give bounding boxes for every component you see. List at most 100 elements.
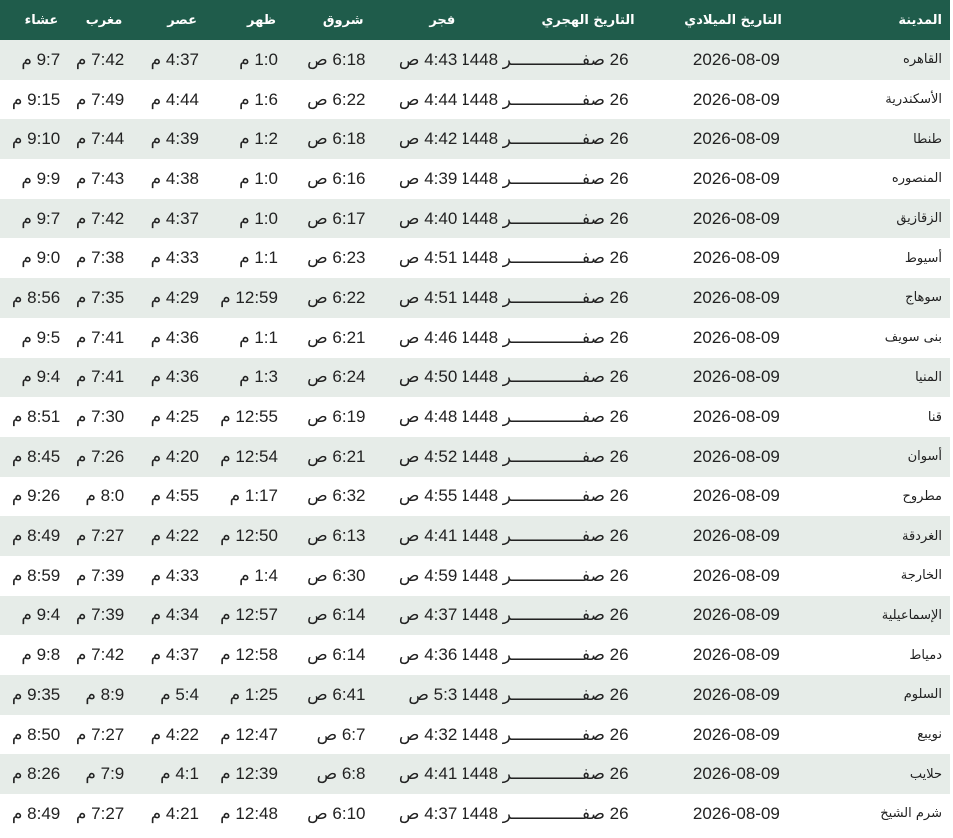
hijri-date-cell: 26 صفــــــــــــــر 1448 (463, 367, 629, 387)
asr-time-cell: 4:25 م (150, 407, 199, 427)
gregorian-date-cell: 2026-08-09 (692, 168, 780, 188)
gregorian-date-cell: 2026-08-09 (692, 764, 780, 784)
city-cell: سوهاج (905, 290, 942, 306)
hijri-date-cell: 26 صفــــــــــــــر 1448 (463, 486, 629, 506)
isha-time-cell: 8:26 م (11, 764, 61, 784)
asr-time-cell: 4:1 م (160, 764, 199, 784)
city-cell: شرم الشيخ (880, 806, 942, 822)
prayer-times-container: المدينة التاريخ الميلادي التاريخ الهجري … (0, 0, 953, 838)
isha-time-cell: 9:4 م (21, 367, 61, 387)
hijri-date-cell: 26 صفــــــــــــــر 1448 (463, 49, 629, 69)
table-row: حلايب 2026-08-09 26 صفــــــــــــــر 1448… (0, 754, 950, 795)
asr-time-cell: 4:37 م (150, 645, 199, 665)
asr-time-cell: 4:38 م (150, 168, 199, 188)
shuruq-time-cell: 6:22 ص (307, 89, 366, 109)
maghrib-time-cell: 7:44 م (75, 129, 125, 149)
shuruq-time-cell: 6:14 ص (307, 645, 366, 665)
city-cell: طنطا (913, 131, 942, 147)
dhuhr-time-cell: 1:1 م (239, 248, 278, 268)
table-row: شرم الشيخ 2026-08-09 26 صفــــــــــــــر … (0, 794, 950, 834)
shuruq-time-cell: 6:14 ص (307, 605, 366, 625)
table-row: الغردقة 2026-08-09 26 صفــــــــــــــر 14… (0, 516, 950, 556)
table-row: السلوم 2026-08-09 26 صفــــــــــــــر 144… (0, 675, 950, 715)
isha-time-cell: 8:51 م (11, 407, 61, 427)
hijri-date-cell: 26 صفــــــــــــــر 1448 (463, 684, 629, 704)
city-cell: نويبع (917, 727, 942, 743)
table-row: الأسكندرية 2026-08-09 26 صفــــــــــــــر… (0, 79, 950, 120)
maghrib-time-cell: 7:30 م (75, 407, 125, 427)
gregorian-date-cell: 2026-08-09 (692, 287, 780, 307)
maghrib-time-cell: 7:35 م (75, 287, 125, 307)
city-cell: المنصوره (891, 171, 942, 187)
dhuhr-time-cell: 1:6 م (239, 89, 278, 109)
dhuhr-time-cell: 1:0 م (239, 208, 278, 228)
isha-time-cell: 9:26 م (11, 486, 61, 506)
fajr-time-cell: 4:32 ص (398, 724, 458, 744)
isha-time-cell: 8:45 م (11, 446, 61, 466)
city-cell: حلايب (909, 766, 942, 782)
shuruq-time-cell: 6:18 ص (307, 49, 366, 69)
asr-time-cell: 4:44 م (150, 89, 199, 109)
isha-time-cell: 9:8 م (21, 645, 61, 665)
hijri-date-cell: 26 صفــــــــــــــر 1448 (463, 168, 629, 188)
gregorian-date-cell: 2026-08-09 (692, 407, 780, 427)
city-cell: الغردقة (902, 528, 942, 544)
asr-time-cell: 4:36 م (150, 327, 199, 347)
maghrib-time-cell: 7:38 م (75, 248, 125, 268)
maghrib-time-cell: 7:42 م (75, 208, 125, 228)
dhuhr-time-cell: 1:0 م (239, 49, 278, 69)
fajr-time-cell: 4:55 ص (398, 486, 458, 506)
isha-time-cell: 9:35 م (11, 684, 61, 704)
table-row: الخارجة 2026-08-09 26 صفــــــــــــــر 14… (0, 555, 950, 596)
hijri-date-cell: 26 صفــــــــــــــر 1448 (463, 129, 629, 149)
dhuhr-time-cell: 1:1 م (239, 327, 278, 347)
table-row: بنى سويف 2026-08-09 26 صفــــــــــــــر 1… (0, 317, 950, 358)
header-row: المدينة التاريخ الميلادي التاريخ الهجري … (0, 0, 950, 40)
hijri-date-cell: 26 صفــــــــــــــر 1448 (463, 803, 629, 823)
shuruq-time-cell: 6:21 ص (307, 446, 366, 466)
header-gregorian-date: التاريخ الميلادي (684, 12, 782, 28)
prayer-times-table: المدينة التاريخ الميلادي التاريخ الهجري … (0, 0, 950, 834)
fajr-time-cell: 4:41 ص (398, 764, 458, 784)
isha-time-cell: 8:49 م (11, 526, 61, 546)
shuruq-time-cell: 6:17 ص (307, 208, 366, 228)
gregorian-date-cell: 2026-08-09 (692, 327, 780, 347)
maghrib-time-cell: 8:9 م (85, 684, 125, 704)
isha-time-cell: 8:49 م (11, 803, 61, 823)
maghrib-time-cell: 7:9 م (85, 764, 125, 784)
city-cell: أسيوط (904, 250, 942, 266)
gregorian-date-cell: 2026-08-09 (692, 605, 780, 625)
hijri-date-cell: 26 صفــــــــــــــر 1448 (463, 327, 629, 347)
city-cell: الزقازيق (896, 211, 942, 227)
shuruq-time-cell: 6:7 ص (316, 724, 366, 744)
gregorian-date-cell: 2026-08-09 (692, 684, 780, 704)
table-row: سوهاج 2026-08-09 26 صفــــــــــــــر 1448… (0, 278, 950, 318)
header-hijri-date: التاريخ الهجري (541, 12, 635, 28)
maghrib-time-cell: 7:27 م (75, 724, 125, 744)
isha-time-cell: 8:59 م (11, 565, 61, 585)
table-header: المدينة التاريخ الميلادي التاريخ الهجري … (0, 0, 950, 40)
table-row: الزقازيق 2026-08-09 26 صفــــــــــــــر 1… (0, 198, 950, 239)
fajr-time-cell: 4:59 ص (398, 565, 458, 585)
isha-time-cell: 9:0 م (21, 248, 61, 268)
gregorian-date-cell: 2026-08-09 (692, 89, 780, 109)
hijri-date-cell: 26 صفــــــــــــــر 1448 (463, 208, 629, 228)
city-cell: قنا (927, 409, 942, 425)
dhuhr-time-cell: 12:58 م (220, 645, 278, 665)
city-cell: الأسكندرية (885, 92, 942, 108)
asr-time-cell: 4:22 م (150, 526, 199, 546)
table-row: مطروح 2026-08-09 26 صفــــــــــــــر 1448… (0, 476, 950, 517)
fajr-time-cell: 4:39 ص (398, 168, 458, 188)
city-cell: الإسماعيلية (881, 607, 942, 623)
hijri-date-cell: 26 صفــــــــــــــر 1448 (463, 724, 629, 744)
dhuhr-time-cell: 12:48 م (220, 803, 278, 823)
table-row: قنا 2026-08-09 26 صفــــــــــــــر 1448 4:… (0, 397, 950, 437)
dhuhr-time-cell: 12:54 م (220, 446, 278, 466)
asr-time-cell: 4:39 م (150, 129, 199, 149)
gregorian-date-cell: 2026-08-09 (692, 208, 780, 228)
isha-time-cell: 9:7 م (21, 49, 61, 69)
shuruq-time-cell: 6:23 ص (307, 248, 366, 268)
fajr-time-cell: 4:40 ص (398, 208, 458, 228)
fajr-time-cell: 4:46 ص (398, 327, 458, 347)
table-row: نويبع 2026-08-09 26 صفــــــــــــــر 1448… (0, 714, 950, 755)
